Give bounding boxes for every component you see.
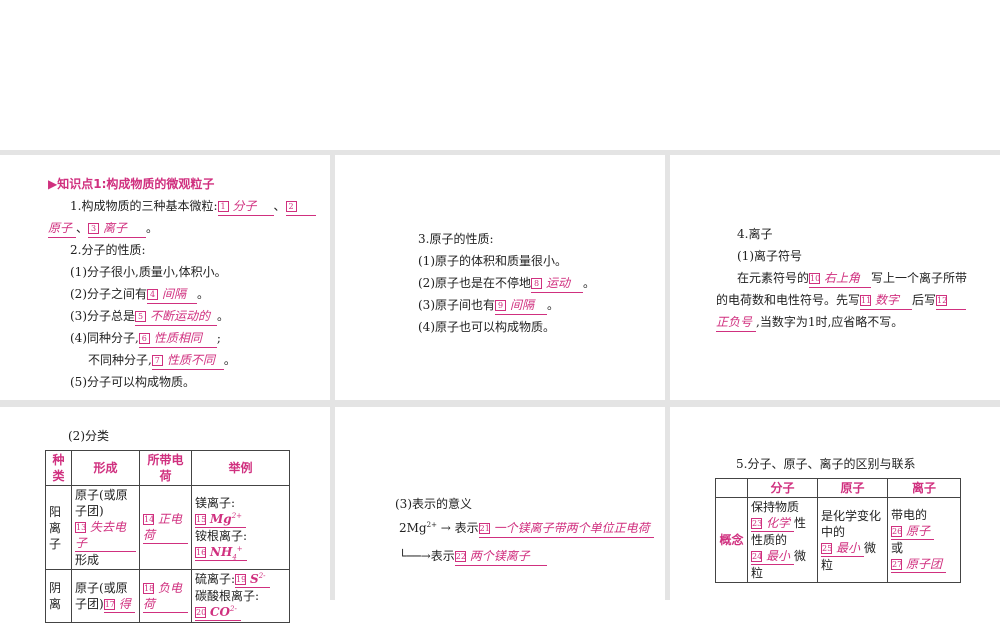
text-line: └──→表示22 两个镁离子 [399, 547, 547, 566]
text-line: (1)离子符号 [737, 249, 802, 263]
text-line: (4)同种分子, 6 性质相同; [70, 329, 221, 348]
panel-atoms: 3.原子的性质: (1)原子的体积和质量很小。 (2)原子也是在不停地 8 运动。 … [335, 155, 665, 400]
text-line: 2Mg2+ → 表示21 一个镁离子带两个单位正电荷 [399, 519, 654, 538]
panel-ion-classification: (2)分类 种类 形成 所带电荷 举例 阳离子 原子(或原子团)13 失去电子形成 14 正电… [0, 407, 330, 623]
text-line: 5.分子、原子、离子的区别与联系 [736, 457, 916, 471]
blank-top-area [0, 0, 1000, 150]
text-line: (5)分子可以构成物质。 [70, 375, 195, 389]
title-text: 知识点1:构成物质的微观粒子 [57, 177, 215, 191]
text-line: (3)原子间也有 9 间隔。 [418, 296, 559, 315]
text-line: (2)分类 [68, 429, 109, 443]
text-line: 4.离子 [737, 227, 773, 241]
comparison-table: 分子 原子 离子 概念 保持物质 23 化学性 性质的24 最小 微粒 是化学变化中的25… [715, 478, 961, 583]
text-line: (3)分子总是 5 不断运动的。 [70, 307, 229, 326]
text-line: (1)分子很小,质量小,体积小。 [70, 265, 227, 279]
table-row: 概念 保持物质 23 化学性 性质的24 最小 微粒 是化学变化中的25 最小 微粒 带电… [715, 497, 961, 583]
text-line: 不同种分子, 7 性质不同。 [88, 351, 236, 370]
panel-comparison: 5.分子、原子、离子的区别与联系 分子 原子 离子 概念 保持物质 23 化学性 性质… [670, 407, 1000, 600]
section-title: ▶知识点1:构成物质的微观粒子 [48, 177, 215, 191]
text-line: (3)表示的意义 [395, 497, 472, 511]
text-line: (2)原子也是在不停地 8 运动。 [418, 274, 595, 293]
text-line: (4)原子也可以构成物质。 [418, 320, 555, 334]
panel-ions: 4.离子 (1)离子符号 在元素符号的10 右上角 写上一个离子所带 的电荷数和电性… [670, 155, 1000, 400]
text-line: 原子、 3 离子。 [48, 219, 158, 238]
text-line: 的电荷数和电性符号。先写11 数字 后写12 [716, 291, 967, 310]
table-row: 阴离 原子(或原子团)17 得 18 负电荷 硫离子:19 S2- 碳酸根离子:20 CO2- [45, 569, 290, 623]
text-line: 3.原子的性质: [418, 232, 494, 246]
ion-class-table: 种类 形成 所带电荷 举例 阳离子 原子(或原子团)13 失去电子形成 14 正电荷 镁离子:1… [45, 450, 290, 623]
text-line: 2.分子的性质: [70, 243, 146, 257]
text-line: (2)分子之间有 4 间隔。 [70, 285, 209, 304]
table-row: 阳离子 原子(或原子团)13 失去电子形成 14 正电荷 镁离子:15 Mg2+ 铵根离子:1… [45, 485, 290, 570]
text-line: 正负号 ,当数字为1时,应省略不写。 [716, 313, 903, 332]
panel-ion-meaning: (3)表示的意义 2Mg2+ → 表示21 一个镁离子带两个单位正电荷 └──→表… [335, 407, 665, 600]
text-line: (1)原子的体积和质量很小。 [418, 254, 567, 268]
slide-grid: ▶知识点1:构成物质的微观粒子 1.构成物质的三种基本微粒: 1 分子、 2 原子、 3… [0, 150, 1000, 623]
panel-molecules: ▶知识点1:构成物质的微观粒子 1.构成物质的三种基本微粒: 1 分子、 2 原子、 3… [0, 155, 330, 400]
text-line: 在元素符号的10 右上角 写上一个离子所带 [737, 269, 967, 288]
text-line: 1.构成物质的三种基本微粒: 1 分子、 2 [70, 197, 316, 216]
